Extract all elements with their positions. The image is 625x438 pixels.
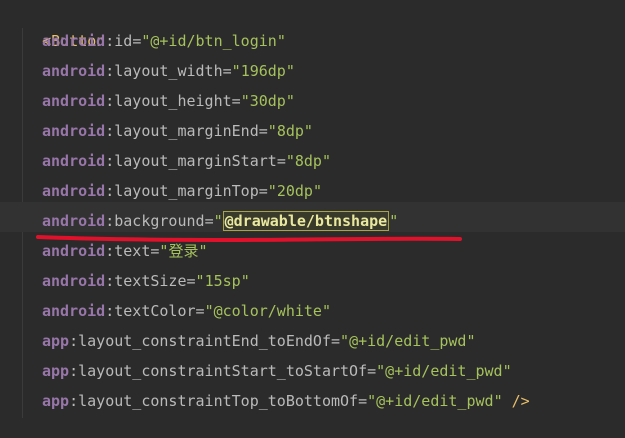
attr-namespace: android (42, 32, 106, 50)
attribute-line[interactable]: android:layout_height="30dp" (42, 86, 295, 116)
attr-value: @+id/edit_pwd (385, 362, 503, 380)
attr-value: 30dp (249, 92, 286, 110)
attr-value: @+id/btn_login (150, 32, 277, 50)
attr-value: 8dp (294, 152, 322, 170)
attr-name: textSize (114, 272, 187, 290)
attr-name: id (114, 32, 133, 50)
attr-namespace: android (42, 182, 106, 200)
attr-name: layout_constraintEnd_toEndOf (78, 332, 331, 350)
attr-name: layout_constraintStart_toStartOf (78, 362, 368, 380)
attribute-line[interactable]: android:text="登录" (42, 236, 207, 266)
attribute-line[interactable]: android:textSize="15sp" (42, 266, 250, 296)
attr-name: textColor (114, 302, 196, 320)
attribute-line[interactable]: android:layout_marginEnd="8dp" (42, 116, 313, 146)
attribute-line[interactable]: android:layout_marginTop="20dp" (42, 176, 322, 206)
attribute-line[interactable]: android:id="@+id/btn_login" (42, 26, 286, 56)
attr-value: @+id/edit_pwd (376, 392, 494, 410)
attr-value: 196dp (240, 62, 286, 80)
attr-namespace: android (42, 242, 106, 260)
attribute-line[interactable]: app:layout_constraintEnd_toEndOf="@+id/e… (42, 326, 476, 356)
attr-namespace: android (42, 272, 106, 290)
attr-namespace: android (42, 302, 106, 320)
attr-namespace: android (42, 122, 106, 140)
attribute-line[interactable]: app:layout_constraintStart_toStartOf="@+… (42, 356, 512, 386)
tag-line[interactable]: <Button (6, 0, 105, 50)
attr-namespace: android (42, 152, 106, 170)
attr-name: layout_marginEnd (114, 122, 259, 140)
attr-name: layout_width (114, 62, 223, 80)
attr-name: background (114, 212, 205, 230)
attr-namespace: android (42, 62, 106, 80)
attr-name: layout_marginTop (114, 182, 259, 200)
attribute-line[interactable]: android:layout_width="196dp" (42, 56, 295, 86)
attr-namespace: android (42, 92, 106, 110)
attr-value: @color/white (213, 302, 322, 320)
tag-close: /> (511, 392, 530, 410)
attr-name: text (114, 242, 151, 260)
attr-namespace: app (42, 362, 70, 380)
attribute-line[interactable]: android:layout_marginStart="8dp" (42, 146, 331, 176)
attr-value-resource-highlighted[interactable]: @drawable/btnshape (222, 211, 390, 231)
attr-namespace: android (42, 212, 106, 230)
attr-name: layout_constraintTop_toBottomOf (78, 392, 359, 410)
attr-value: 20dp (276, 182, 313, 200)
attr-value: 登录 (168, 242, 199, 260)
attr-namespace: app (42, 392, 70, 410)
attr-namespace: app (42, 332, 70, 350)
attr-value: 8dp (276, 122, 304, 140)
attribute-line[interactable]: app:layout_constraintTop_toBottomOf="@+i… (42, 386, 530, 416)
attr-value: @+id/edit_pwd (349, 332, 467, 350)
code-editor[interactable]: <Button android:id="@+id/btn_login" andr… (0, 0, 625, 438)
attr-value: 15sp (204, 272, 241, 290)
attribute-line-background[interactable]: android:background=" @drawable/btnshape " (42, 206, 398, 236)
attribute-line[interactable]: android:textColor="@color/white" (42, 296, 331, 326)
attr-name: layout_height (114, 92, 232, 110)
attr-name: layout_marginStart (114, 152, 277, 170)
